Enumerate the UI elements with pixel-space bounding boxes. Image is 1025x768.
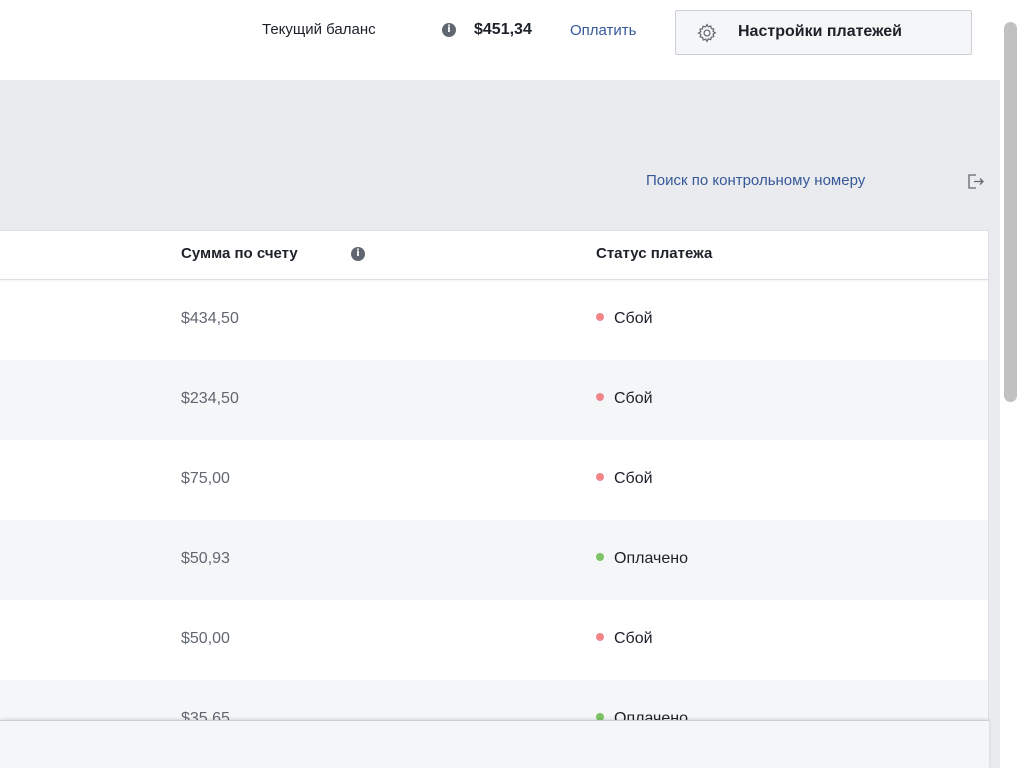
status-dot-paid (596, 552, 604, 561)
table-row[interactable]: $75,00 Сбой (0, 440, 988, 520)
status-cell: Оплачено (596, 550, 688, 568)
status-cell: Сбой (596, 630, 653, 648)
status-text: Сбой (614, 630, 653, 647)
status-text: Сбой (614, 310, 653, 327)
balance-label: Текущий баланс (262, 21, 376, 38)
header-bar: Текущий баланс i $451,34 Оплатить Настро… (0, 0, 1000, 80)
amount-cell: $75,00 (181, 470, 230, 487)
amount-cell: $50,00 (181, 630, 230, 647)
status-text: Сбой (614, 470, 653, 487)
payment-settings-button[interactable]: Настройки платежей (675, 10, 972, 55)
status-cell: Сбой (596, 470, 653, 488)
column-header-status[interactable]: Статус платежа (596, 245, 712, 262)
payment-settings-label: Настройки платежей (738, 23, 902, 40)
scrollbar-thumb[interactable] (1004, 22, 1017, 402)
status-dot-failed (596, 312, 604, 321)
status-dot-failed (596, 632, 604, 641)
search-by-reference-link[interactable]: Поиск по контрольному номеру (646, 172, 865, 189)
table-row[interactable]: $50,93 Оплачено (0, 520, 988, 600)
info-icon[interactable]: i (351, 247, 365, 261)
status-text: Оплачено (614, 550, 688, 567)
balance-amount: $451,34 (474, 21, 532, 38)
pay-link[interactable]: Оплатить (570, 22, 637, 39)
status-cell: Сбой (596, 310, 653, 328)
amount-cell: $50,93 (181, 550, 230, 567)
table-rows: $434,50 Сбой $234,50 Сбой $75,00 Сбой $5… (0, 280, 988, 760)
payments-table: Сумма по счету i Статус платежа $434,50 … (0, 230, 989, 768)
table-row[interactable]: $50,00 Сбой (0, 600, 988, 680)
info-icon[interactable]: i (442, 23, 456, 37)
page: Текущий баланс i $451,34 Оплатить Настро… (0, 0, 1025, 768)
gear-icon (697, 23, 717, 43)
status-dot-failed (596, 392, 604, 401)
table-row[interactable]: $234,50 Сбой (0, 360, 988, 440)
bottom-panel (0, 720, 989, 768)
amount-cell: $234,50 (181, 390, 239, 407)
table-row[interactable]: $434,50 Сбой (0, 280, 988, 360)
column-header-amount[interactable]: Сумма по счету (181, 245, 298, 262)
status-dot-failed (596, 472, 604, 481)
amount-cell: $434,50 (181, 310, 239, 327)
status-text: Сбой (614, 390, 653, 407)
status-cell: Сбой (596, 390, 653, 408)
export-icon[interactable] (965, 171, 985, 191)
table-header: Сумма по счету i Статус платежа (0, 231, 988, 280)
